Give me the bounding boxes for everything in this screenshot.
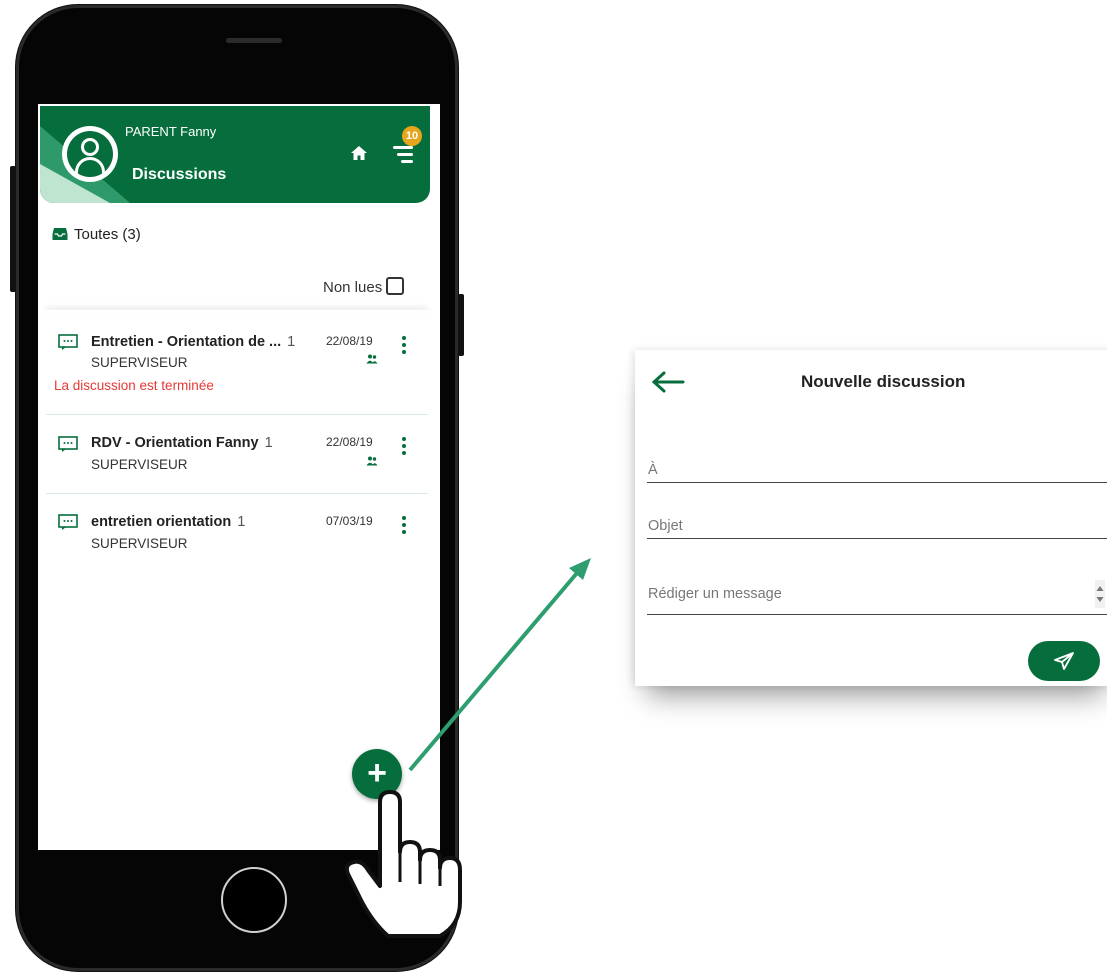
user-icon — [67, 131, 113, 177]
list-item[interactable]: entretien orientation 1 SUPERVISEUR 07/03… — [46, 494, 428, 564]
page-title: Discussions — [132, 166, 227, 183]
all-discussions-filter[interactable]: Toutes (3) — [52, 226, 141, 243]
discussion-title: entretien orientation 1 — [91, 514, 246, 530]
discussion-title: RDV - Orientation Fanny 1 — [91, 435, 273, 451]
unread-filter[interactable]: Non lues — [323, 277, 405, 296]
group-icon — [366, 354, 378, 364]
group-icon — [366, 456, 378, 466]
phone-speaker — [226, 38, 282, 43]
kebab-icon[interactable] — [402, 336, 406, 354]
plus-icon: + — [367, 754, 387, 792]
app-header: PARENT Fanny Discussions 10 — [40, 106, 430, 203]
list-item[interactable]: RDV - Orientation Fanny 1 SUPERVISEUR 22/… — [46, 415, 428, 494]
message-field[interactable]: Rédiger un message — [647, 574, 1107, 615]
discussion-date: 22/08/19 — [326, 435, 373, 449]
textarea-scroll-arrows[interactable] — [1095, 580, 1105, 608]
send-icon — [1054, 652, 1074, 670]
message-icon — [58, 436, 78, 452]
dialog-title: Nouvelle discussion — [801, 372, 966, 391]
inbox-icon — [52, 228, 68, 240]
recipient-field[interactable]: À — [647, 452, 1107, 483]
message-placeholder: Rédiger un message — [648, 586, 782, 602]
discussion-status: La discussion est terminée — [54, 378, 214, 393]
recipient-label: À — [648, 462, 658, 478]
discussion-title: Entretien - Orientation de ... 1 — [91, 334, 296, 350]
kebab-icon[interactable] — [402, 516, 406, 534]
unread-checkbox[interactable] — [386, 277, 405, 295]
new-discussion-dialog: Nouvelle discussion À Objet Rédiger un m… — [635, 350, 1107, 686]
discussion-author: SUPERVISEUR — [91, 536, 188, 551]
discussion-date: 22/08/19 — [326, 334, 373, 348]
back-arrow-icon[interactable] — [649, 370, 685, 394]
avatar[interactable] — [62, 126, 118, 182]
power-button — [458, 294, 464, 356]
app-screen: PARENT Fanny Discussions 10 Toutes (3) N… — [38, 104, 440, 850]
unread-label: Non lues — [323, 279, 383, 296]
discussion-author: SUPERVISEUR — [91, 355, 188, 370]
phone-home-button[interactable] — [221, 867, 287, 933]
list-item[interactable]: Entretien - Orientation de ... 1 SUPERVIS… — [46, 312, 428, 415]
all-discussions-label: Toutes (3) — [74, 226, 141, 243]
home-icon[interactable] — [350, 144, 368, 162]
message-icon — [58, 514, 78, 530]
message-count: 1 — [237, 514, 246, 530]
discussion-list: Entretien - Orientation de ... 1 SUPERVIS… — [46, 312, 428, 564]
send-button[interactable] — [1028, 641, 1100, 681]
subject-field[interactable]: Objet — [647, 508, 1107, 539]
kebab-icon[interactable] — [402, 437, 406, 455]
hand-pointer-icon — [344, 790, 462, 938]
user-name: PARENT Fanny — [125, 124, 217, 139]
discussion-author: SUPERVISEUR — [91, 457, 188, 472]
message-icon — [58, 334, 78, 350]
subject-placeholder: Objet — [648, 518, 683, 534]
notification-badge: 10 — [402, 126, 422, 146]
message-count: 1 — [264, 435, 273, 451]
message-count: 1 — [287, 334, 296, 350]
discussion-date: 07/03/19 — [326, 514, 373, 528]
